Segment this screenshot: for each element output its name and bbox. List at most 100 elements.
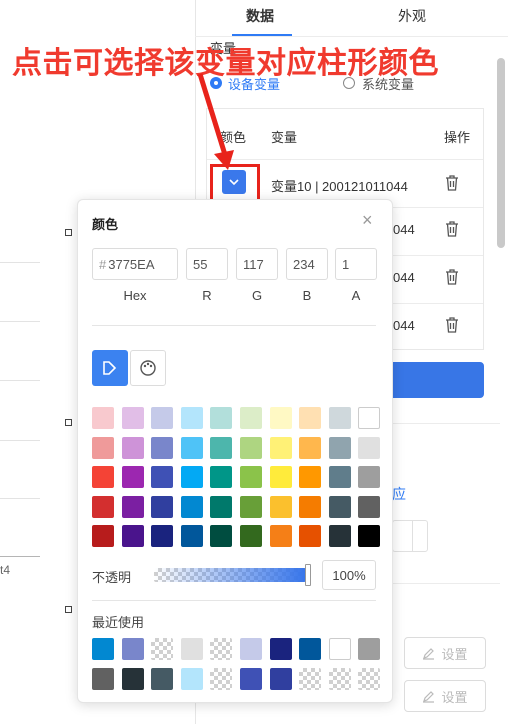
panel-scrollbar[interactable] — [497, 58, 505, 248]
recent-color-swatch[interactable] — [269, 638, 292, 660]
color-swatch[interactable] — [180, 525, 203, 548]
color-swatch[interactable] — [210, 525, 233, 548]
settings-button[interactable]: 设置 — [404, 680, 486, 712]
resize-handle[interactable] — [65, 419, 72, 426]
recent-color-swatch[interactable] — [151, 667, 174, 690]
color-swatch[interactable] — [299, 466, 322, 489]
hex-input[interactable]: # 3775EA — [92, 248, 178, 280]
opacity-label: 不透明 — [92, 570, 132, 585]
color-swatch[interactable] — [299, 407, 322, 429]
recent-color-swatch[interactable] — [180, 638, 203, 660]
color-swatch[interactable] — [210, 466, 233, 489]
color-swatch[interactable] — [210, 407, 233, 429]
color-swatch[interactable] — [121, 525, 144, 548]
recent-color-swatch[interactable] — [269, 667, 292, 690]
recent-color-swatch[interactable] — [299, 638, 322, 660]
color-swatch[interactable] — [121, 495, 144, 518]
color-swatch[interactable] — [180, 436, 203, 459]
color-swatch[interactable] — [328, 495, 351, 518]
color-swatch[interactable] — [269, 495, 292, 518]
color-swatch[interactable] — [210, 495, 233, 518]
trash-icon[interactable] — [445, 221, 459, 237]
color-swatch[interactable] — [358, 407, 381, 429]
color-swatch[interactable] — [240, 525, 262, 548]
color-swatch[interactable] — [180, 495, 203, 518]
custom-mode-button[interactable] — [130, 350, 166, 386]
opacity-slider-thumb[interactable] — [305, 564, 311, 586]
color-swatch[interactable] — [269, 436, 292, 459]
color-swatch[interactable] — [358, 466, 381, 489]
tab-data[interactable]: 数据 — [246, 6, 274, 26]
recent-color-swatch[interactable] — [358, 667, 381, 690]
resize-handle[interactable] — [65, 229, 72, 236]
blue-input[interactable]: 234 — [286, 248, 328, 280]
palette-icon — [140, 360, 156, 376]
recent-color-swatch[interactable] — [92, 667, 114, 690]
recent-color-swatch[interactable] — [210, 667, 233, 690]
trash-icon[interactable] — [445, 175, 459, 191]
recent-color-swatch[interactable] — [358, 638, 381, 660]
color-swatch[interactable] — [92, 466, 114, 489]
recent-color-swatch[interactable] — [240, 667, 262, 690]
recent-color-swatch[interactable] — [180, 667, 203, 690]
color-swatch[interactable] — [92, 436, 114, 459]
color-swatch[interactable] — [151, 525, 174, 548]
color-swatch[interactable] — [121, 436, 144, 459]
color-swatch[interactable] — [328, 436, 351, 459]
red-input[interactable]: 55 — [186, 248, 228, 280]
color-swatch[interactable] — [299, 495, 322, 518]
color-swatch[interactable] — [240, 407, 262, 429]
color-swatch[interactable] — [240, 495, 262, 518]
color-swatch[interactable] — [269, 525, 292, 548]
color-swatch[interactable] — [151, 466, 174, 489]
tab-appearance[interactable]: 外观 — [398, 6, 426, 26]
pencil-icon — [423, 647, 435, 660]
color-swatch[interactable] — [328, 466, 351, 489]
recent-color-swatch[interactable] — [121, 667, 144, 690]
recent-color-swatch[interactable] — [92, 638, 114, 660]
recent-color-swatch[interactable] — [328, 667, 351, 690]
color-swatch[interactable] — [358, 495, 381, 518]
opacity-input[interactable]: 100% — [322, 560, 376, 590]
green-input[interactable]: 117 — [236, 248, 278, 280]
color-swatch[interactable] — [358, 436, 381, 459]
color-swatch[interactable] — [328, 407, 351, 429]
add-variable-button[interactable] — [380, 362, 484, 398]
color-swatch[interactable] — [269, 407, 292, 429]
color-swatch[interactable] — [151, 436, 174, 459]
color-swatch[interactable] — [121, 466, 144, 489]
color-swatch[interactable] — [151, 495, 174, 518]
alpha-input[interactable]: 1 — [335, 248, 377, 280]
color-swatch[interactable] — [240, 436, 262, 459]
stepper-input[interactable] — [392, 520, 428, 552]
recent-color-swatch[interactable] — [121, 638, 144, 660]
recent-color-swatch[interactable] — [240, 638, 262, 660]
grid-line — [0, 440, 40, 441]
color-swatch[interactable] — [121, 407, 144, 429]
close-icon[interactable]: × — [362, 210, 373, 231]
color-swatch[interactable] — [180, 407, 203, 429]
color-swatch[interactable] — [92, 495, 114, 518]
trash-icon[interactable] — [445, 269, 459, 285]
color-swatch[interactable] — [299, 525, 322, 548]
trash-icon[interactable] — [445, 317, 459, 333]
color-swatch[interactable] — [92, 525, 114, 548]
pencil-icon — [423, 690, 435, 703]
recent-color-swatch[interactable] — [210, 638, 233, 660]
color-swatch[interactable] — [240, 466, 262, 489]
recent-color-swatch[interactable] — [151, 638, 174, 660]
color-swatch[interactable] — [151, 407, 174, 429]
resize-handle[interactable] — [65, 606, 72, 613]
settings-button[interactable]: 设置 — [404, 637, 486, 669]
color-swatch[interactable] — [299, 436, 322, 459]
color-swatch[interactable] — [358, 525, 381, 548]
color-swatch[interactable] — [269, 466, 292, 489]
recent-color-swatch[interactable] — [328, 638, 351, 660]
recent-color-swatch[interactable] — [299, 667, 322, 690]
color-swatch[interactable] — [328, 525, 351, 548]
palette-mode-button[interactable] — [92, 350, 128, 386]
color-swatch[interactable] — [180, 466, 203, 489]
color-swatch[interactable] — [92, 407, 114, 429]
opacity-slider[interactable] — [154, 568, 306, 582]
color-swatch[interactable] — [210, 436, 233, 459]
